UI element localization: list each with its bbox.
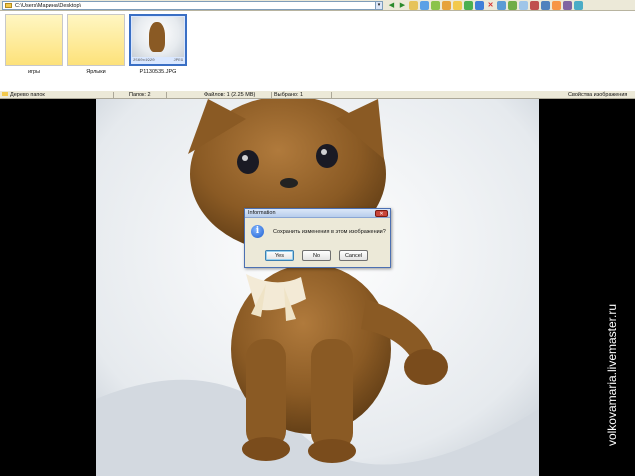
image-dimensions: 2560x1920 xyxy=(133,59,155,63)
no-button[interactable]: No xyxy=(302,250,331,261)
watermark-text: volkovamaria.livemaster.ru xyxy=(605,304,619,446)
image-properties-toggle[interactable]: Свойства изображения xyxy=(566,92,635,99)
close-icon[interactable]: ✕ xyxy=(375,210,388,217)
dialog-titlebar[interactable]: Information ✕ xyxy=(245,209,390,218)
yes-button[interactable]: Yes xyxy=(265,250,294,261)
thumbnail-label: Ярлыки xyxy=(86,69,106,75)
status-bar: Дерево папок Папок: 2 Файлов: 1 (2.25 MB… xyxy=(0,90,635,99)
copy-icon[interactable] xyxy=(431,1,440,10)
delete-icon[interactable]: ✕ xyxy=(486,1,495,10)
export-icon[interactable] xyxy=(464,1,473,10)
rotate-left-icon[interactable] xyxy=(497,1,506,10)
folder-icon xyxy=(5,3,12,8)
thumbnail-folder[interactable]: Ярлыки xyxy=(67,14,125,91)
rename-icon[interactable] xyxy=(530,1,539,10)
file-icon[interactable] xyxy=(420,1,429,10)
thumbnail-panel: игры Ярлыки 2560x1920 JPEG P1130535.JPG xyxy=(0,11,635,90)
cat-toy-photo xyxy=(96,99,539,476)
save-changes-dialog: Information ✕ i Сохранить изменения в эт… xyxy=(244,208,391,268)
thumbnail-image-selected[interactable]: 2560x1920 JPEG P1130535.JPG xyxy=(129,14,187,91)
address-field[interactable]: C:\Users\Марина\Desktop\ ▾ xyxy=(2,1,383,10)
gallery-icon[interactable] xyxy=(541,1,550,10)
refresh-icon[interactable] xyxy=(475,1,484,10)
folder-tree-toggle[interactable]: Дерево папок xyxy=(0,92,114,99)
dialog-title: Information xyxy=(248,210,276,216)
info-icon: i xyxy=(251,225,264,238)
cancel-button[interactable]: Cancel xyxy=(339,250,368,261)
folder-icon xyxy=(67,14,125,66)
settings-icon[interactable] xyxy=(563,1,572,10)
folder-up-icon[interactable] xyxy=(409,1,418,10)
image-viewer[interactable] xyxy=(96,99,539,476)
back-icon[interactable]: ◀ xyxy=(387,1,396,10)
slideshow-icon[interactable] xyxy=(552,1,561,10)
cat-toy-thumbnail xyxy=(149,22,165,52)
address-toolbar: C:\Users\Марина\Desktop\ ▾ ◀ ▶ ✕ xyxy=(0,0,635,11)
thumbnail-meta: 2560x1920 JPEG xyxy=(133,59,183,63)
status-folders: Папок: 2 xyxy=(127,92,167,99)
rotate-right-icon[interactable] xyxy=(508,1,517,10)
folder-new-icon[interactable] xyxy=(453,1,462,10)
toolbar-icons: ◀ ▶ ✕ xyxy=(387,1,583,10)
forward-icon[interactable]: ▶ xyxy=(398,1,407,10)
thumbnail-label: игры xyxy=(27,69,41,75)
thumbnail-frame: 2560x1920 JPEG xyxy=(129,14,187,66)
folder-icon xyxy=(2,92,8,96)
status-files: Файлов: 1 (2.25 MB) xyxy=(202,92,272,99)
thumbnail-folder[interactable]: игры xyxy=(5,14,63,91)
watermark: volkovamaria.livemaster.ru xyxy=(605,304,619,446)
move-icon[interactable] xyxy=(442,1,451,10)
dialog-message: Сохранить изменения в этом изображении? xyxy=(273,229,386,235)
status-selected: Выбрано: 1 xyxy=(272,92,332,99)
tree-label: Дерево папок xyxy=(10,92,45,98)
help-icon[interactable] xyxy=(574,1,583,10)
chevron-down-icon[interactable]: ▾ xyxy=(375,2,382,9)
folder-icon xyxy=(5,14,63,66)
image-format: JPEG xyxy=(173,59,183,63)
thumbnail-label: P1130535.JPG xyxy=(139,69,177,75)
image-icon[interactable] xyxy=(519,1,528,10)
address-path: C:\Users\Марина\Desktop\ xyxy=(15,2,82,9)
